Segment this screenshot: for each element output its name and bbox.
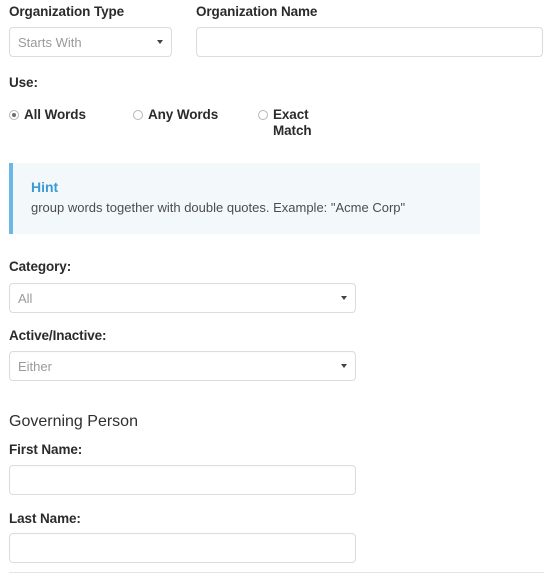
- organization-name-label: Organization Name: [196, 4, 318, 19]
- first-name-input[interactable]: [9, 465, 356, 495]
- last-name-label: Last Name:: [9, 511, 81, 526]
- governing-person-heading: Governing Person: [9, 413, 138, 430]
- hint-panel: Hint group words together with double qu…: [9, 163, 480, 235]
- organization-type-label: Organization Type: [9, 4, 125, 19]
- radio-any-words-label: Any Words: [148, 107, 219, 122]
- first-name-label: First Name:: [9, 442, 83, 457]
- organization-search-form: Organization Type Starts With Organizati…: [0, 0, 550, 585]
- use-label: Use:: [9, 75, 38, 90]
- radio-any-words[interactable]: Any Words: [133, 107, 218, 123]
- active-inactive-select[interactable]: Either: [9, 351, 356, 381]
- organization-name-input[interactable]: [196, 27, 543, 57]
- category-select[interactable]: All: [9, 283, 356, 313]
- chevron-down-icon: [341, 296, 347, 300]
- hint-title: Hint: [31, 179, 59, 195]
- hint-text: group words together with double quotes.…: [31, 199, 406, 215]
- organization-type-selected-value: Starts With: [18, 35, 82, 49]
- active-inactive-selected-value: Either: [18, 359, 52, 373]
- radio-all-words[interactable]: All Words: [9, 107, 86, 123]
- radio-indicator-icon: [9, 110, 19, 120]
- radio-indicator-icon: [133, 110, 143, 120]
- chevron-down-icon: [157, 40, 163, 44]
- radio-exact-match[interactable]: Exact Match: [258, 107, 328, 139]
- organization-type-select[interactable]: Starts With: [9, 27, 172, 57]
- last-name-input[interactable]: [9, 533, 356, 563]
- radio-all-words-label: All Words: [24, 107, 86, 122]
- active-inactive-label: Active/Inactive:: [9, 328, 107, 343]
- radio-exact-match-label: Exact Match: [273, 107, 312, 138]
- category-label: Category:: [9, 259, 72, 274]
- section-divider: [9, 572, 544, 573]
- category-selected-value: All: [18, 291, 33, 305]
- radio-indicator-icon: [258, 110, 268, 120]
- chevron-down-icon: [341, 364, 347, 368]
